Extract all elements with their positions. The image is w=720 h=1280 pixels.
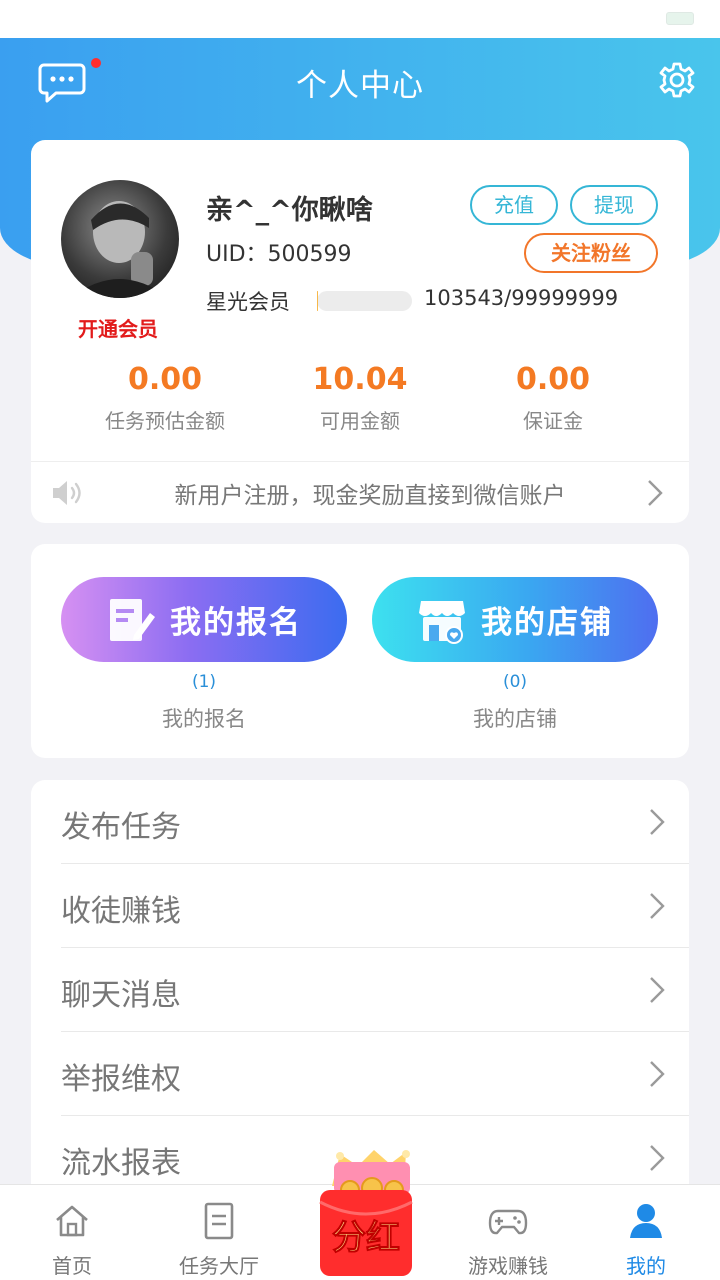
menu-item-chat-messages[interactable]: 聊天消息 xyxy=(31,948,689,1032)
home-icon xyxy=(56,1205,88,1237)
menu-item-label: 流水报表 xyxy=(61,1146,181,1181)
avatar[interactable] xyxy=(61,180,179,298)
level-progress-bar xyxy=(317,291,412,311)
tab-label: 游戏赚钱 xyxy=(468,1254,548,1278)
red-packet-icon[interactable]: 分红 xyxy=(314,1146,418,1280)
nickname: 亲^_^你瞅啥 xyxy=(206,195,373,226)
red-packet-label: 分红 xyxy=(332,1218,400,1258)
recharge-button[interactable]: 充值 xyxy=(470,185,558,225)
stat-label: 可用金额 xyxy=(320,409,400,433)
chevron-right-icon xyxy=(650,893,665,919)
chevron-right-icon xyxy=(650,809,665,835)
shop-icon xyxy=(419,600,465,644)
shop-count: (0) xyxy=(502,672,528,692)
stat-label: 任务预估金额 xyxy=(105,409,225,433)
battery-icon xyxy=(666,12,694,25)
stat-estimated-amount[interactable]: 0.00 任务预估金额 xyxy=(65,362,265,434)
stat-value: 0.00 xyxy=(127,362,203,397)
stat-deposit[interactable]: 0.00 保证金 xyxy=(453,362,653,434)
stat-available-amount[interactable]: 10.04 可用金额 xyxy=(260,362,460,434)
chevron-right-icon[interactable] xyxy=(647,479,663,507)
withdraw-button[interactable]: 提现 xyxy=(570,185,658,225)
stat-label: 保证金 xyxy=(523,409,583,433)
profile-card: 开通会员 亲^_^你瞅啥 UID：500599 星光会员 103543/9999… xyxy=(31,140,689,523)
my-shop-label: 我的店铺 xyxy=(481,605,613,641)
follow-fans-button[interactable]: 关注粉丝 xyxy=(524,233,658,273)
menu-item-publish-task[interactable]: 发布任务 xyxy=(31,780,689,864)
tab-task-hall[interactable]: 任务大厅 xyxy=(147,1185,291,1280)
tab-home[interactable]: 首页 xyxy=(0,1185,144,1280)
stat-value: 10.04 xyxy=(312,362,408,397)
open-vip-link[interactable]: 开通会员 xyxy=(53,313,183,342)
menu-item-label: 发布任务 xyxy=(61,810,181,845)
menu-item-recruit[interactable]: 收徒赚钱 xyxy=(31,864,689,948)
task-list-icon xyxy=(204,1202,234,1240)
form-icon xyxy=(110,598,155,641)
tab-mine[interactable]: 我的 xyxy=(574,1185,718,1280)
tab-label: 任务大厅 xyxy=(179,1254,259,1278)
shop-label: 我的店铺 xyxy=(473,707,557,731)
gamepad-icon xyxy=(488,1209,528,1235)
signup-count: (1) xyxy=(191,672,217,692)
tab-label: 首页 xyxy=(52,1254,92,1278)
tab-label: 我的 xyxy=(626,1254,666,1278)
member-level: 星光会员 xyxy=(206,290,290,314)
page-title: 个人中心 xyxy=(296,68,424,104)
level-points: 103543/99999999 xyxy=(424,286,619,310)
chevron-right-icon xyxy=(650,1145,665,1171)
menu-item-label: 聊天消息 xyxy=(61,978,181,1013)
gear-icon[interactable] xyxy=(658,61,696,99)
header: 个人中心 xyxy=(0,38,720,124)
my-shop-button[interactable]: 我的店铺 xyxy=(372,577,658,662)
user-id: UID：500599 xyxy=(206,242,352,267)
divider xyxy=(31,461,689,462)
chevron-right-icon xyxy=(650,977,665,1003)
menu-item-report[interactable]: 举报维权 xyxy=(31,1032,689,1116)
status-bar xyxy=(0,0,720,38)
notice-text[interactable]: 新用户注册，现金奖励直接到微信账户 xyxy=(111,476,629,510)
menu-item-label: 举报维权 xyxy=(61,1062,181,1097)
signup-label: 我的报名 xyxy=(162,707,246,731)
menu-item-label: 收徒赚钱 xyxy=(61,894,181,929)
my-signup-label: 我的报名 xyxy=(170,605,302,641)
speaker-icon xyxy=(53,481,81,505)
user-icon xyxy=(630,1204,662,1238)
tab-game-earn[interactable]: 游戏赚钱 xyxy=(436,1185,580,1280)
quick-actions-card: 我的报名 我的店铺 (1) 我的报名 (0) 我的店铺 xyxy=(31,544,689,758)
stat-value: 0.00 xyxy=(515,362,591,397)
chevron-right-icon xyxy=(650,1061,665,1087)
my-signup-button[interactable]: 我的报名 xyxy=(61,577,347,662)
